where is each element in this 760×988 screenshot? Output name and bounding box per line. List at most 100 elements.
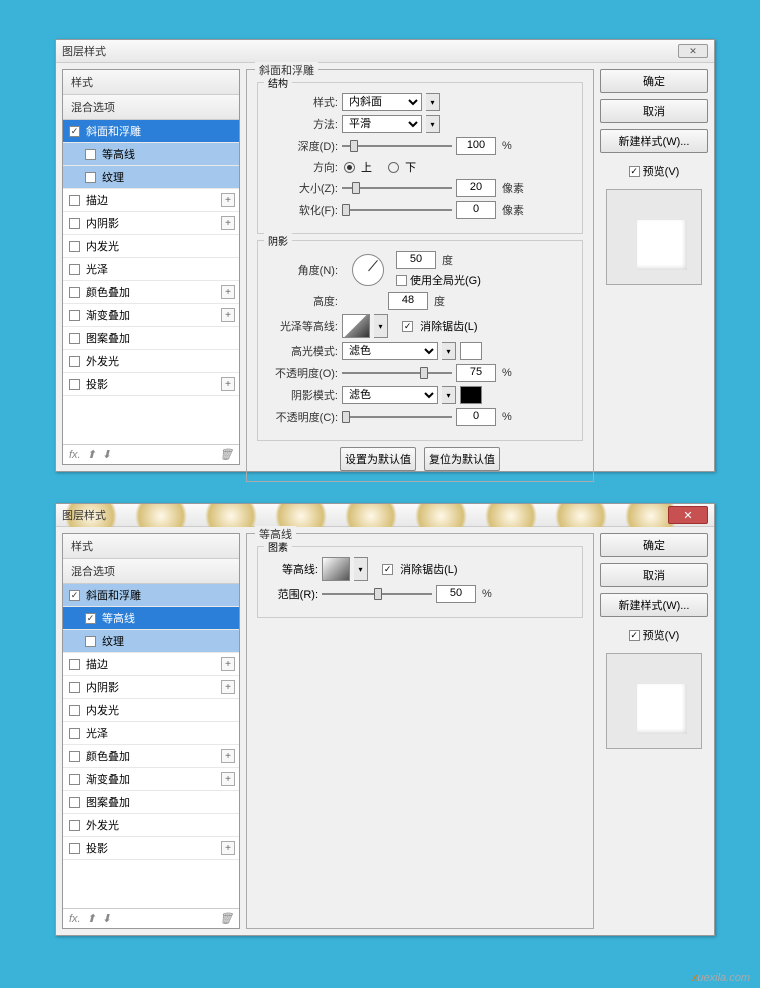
checkbox-icon[interactable] xyxy=(69,126,80,137)
checkbox-icon[interactable] xyxy=(69,218,80,229)
ok-button[interactable]: 确定 xyxy=(600,69,708,93)
plus-icon[interactable]: + xyxy=(221,216,235,230)
altitude-input[interactable]: 48 xyxy=(388,292,428,310)
new-style-button[interactable]: 新建样式(W)... xyxy=(600,129,708,153)
ok-button[interactable]: 确定 xyxy=(600,533,708,557)
sidebar-item-satin[interactable]: 光泽 xyxy=(63,258,239,281)
chevron-down-icon[interactable]: ▾ xyxy=(426,93,440,111)
plus-icon[interactable]: + xyxy=(221,749,235,763)
chevron-down-icon[interactable]: ▾ xyxy=(442,342,456,360)
cancel-button[interactable]: 取消 xyxy=(600,99,708,123)
styles-header[interactable]: 样式 xyxy=(63,534,239,559)
chevron-down-icon[interactable]: ▾ xyxy=(442,386,456,404)
checkbox-icon[interactable] xyxy=(69,195,80,206)
sidebar-item-gradient-overlay[interactable]: 渐变叠加+ xyxy=(63,304,239,327)
checkbox-icon[interactable] xyxy=(69,333,80,344)
range-slider[interactable] xyxy=(322,587,432,601)
global-light-checkbox[interactable] xyxy=(396,275,407,286)
sidebar-item-stroke[interactable]: 描边+ xyxy=(63,653,239,676)
highlight-mode-select[interactable]: 滤色 xyxy=(342,342,438,360)
checkbox-icon[interactable] xyxy=(69,774,80,785)
sidebar-item-inner-shadow[interactable]: 内阴影+ xyxy=(63,676,239,699)
angle-dial[interactable] xyxy=(352,254,384,286)
checkbox-icon[interactable] xyxy=(69,797,80,808)
chevron-down-icon[interactable]: ▾ xyxy=(354,557,368,581)
arrow-down-icon[interactable]: ⬇ xyxy=(102,448,111,461)
checkbox-icon[interactable] xyxy=(69,751,80,762)
sidebar-item-pattern-overlay[interactable]: 图案叠加 xyxy=(63,327,239,350)
plus-icon[interactable]: + xyxy=(221,377,235,391)
contour-swatch[interactable] xyxy=(322,557,350,581)
sidebar-item-texture[interactable]: 纹理 xyxy=(63,630,239,653)
plus-icon[interactable]: + xyxy=(221,308,235,322)
highlight-opacity-slider[interactable] xyxy=(342,366,452,380)
checkbox-icon[interactable] xyxy=(69,820,80,831)
checkbox-icon[interactable] xyxy=(69,705,80,716)
fx-label[interactable]: fx. xyxy=(69,449,81,461)
plus-icon[interactable]: + xyxy=(221,193,235,207)
preview-checkbox[interactable] xyxy=(629,166,640,177)
sidebar-item-color-overlay[interactable]: 颜色叠加+ xyxy=(63,745,239,768)
sidebar-item-texture[interactable]: 纹理 xyxy=(63,166,239,189)
direction-down-radio[interactable] xyxy=(388,162,399,173)
sidebar-item-drop-shadow[interactable]: 投影+ xyxy=(63,373,239,396)
direction-up-radio[interactable] xyxy=(344,162,355,173)
sidebar-item-contour[interactable]: 等高线 xyxy=(63,143,239,166)
style-select[interactable]: 内斜面 xyxy=(342,93,422,111)
sidebar-item-inner-shadow[interactable]: 内阴影+ xyxy=(63,212,239,235)
size-input[interactable]: 20 xyxy=(456,179,496,197)
checkbox-icon[interactable] xyxy=(69,379,80,390)
checkbox-icon[interactable] xyxy=(69,590,80,601)
checkbox-icon[interactable] xyxy=(69,241,80,252)
blend-options-header[interactable]: 混合选项 xyxy=(63,559,239,584)
reset-default-button[interactable]: 复位为默认值 xyxy=(424,447,500,471)
depth-slider[interactable] xyxy=(342,139,452,153)
arrow-up-icon[interactable]: ⬆ xyxy=(87,912,96,925)
arrow-down-icon[interactable]: ⬇ xyxy=(102,912,111,925)
trash-icon[interactable]: 🗑 xyxy=(219,448,233,461)
styles-header[interactable]: 样式 xyxy=(63,70,239,95)
sidebar-item-satin[interactable]: 光泽 xyxy=(63,722,239,745)
checkbox-icon[interactable] xyxy=(69,287,80,298)
plus-icon[interactable]: + xyxy=(221,657,235,671)
checkbox-icon[interactable] xyxy=(69,310,80,321)
soften-input[interactable]: 0 xyxy=(456,201,496,219)
sidebar-item-drop-shadow[interactable]: 投影+ xyxy=(63,837,239,860)
close-button[interactable]: ✕ xyxy=(668,506,708,524)
sidebar-item-bevel[interactable]: 斜面和浮雕 xyxy=(63,584,239,607)
checkbox-icon[interactable] xyxy=(69,659,80,670)
trash-icon[interactable]: 🗑 xyxy=(219,912,233,925)
arrow-up-icon[interactable]: ⬆ xyxy=(87,448,96,461)
sidebar-item-contour[interactable]: 等高线 xyxy=(63,607,239,630)
checkbox-icon[interactable] xyxy=(69,682,80,693)
depth-input[interactable]: 100 xyxy=(456,137,496,155)
cancel-button[interactable]: 取消 xyxy=(600,563,708,587)
soften-slider[interactable] xyxy=(342,203,452,217)
set-default-button[interactable]: 设置为默认值 xyxy=(340,447,416,471)
fx-label[interactable]: fx. xyxy=(69,913,81,925)
close-button[interactable]: ✕ xyxy=(678,44,708,58)
highlight-opacity-input[interactable]: 75 xyxy=(456,364,496,382)
checkbox-icon[interactable] xyxy=(85,172,96,183)
checkbox-icon[interactable] xyxy=(85,636,96,647)
plus-icon[interactable]: + xyxy=(221,772,235,786)
sidebar-item-gradient-overlay[interactable]: 渐变叠加+ xyxy=(63,768,239,791)
chevron-down-icon[interactable]: ▾ xyxy=(374,314,388,338)
antialias-checkbox[interactable] xyxy=(402,321,413,332)
shadow-color-swatch[interactable] xyxy=(460,386,482,404)
checkbox-icon[interactable] xyxy=(69,356,80,367)
plus-icon[interactable]: + xyxy=(221,680,235,694)
size-slider[interactable] xyxy=(342,181,452,195)
blend-options-header[interactable]: 混合选项 xyxy=(63,95,239,120)
angle-input[interactable]: 50 xyxy=(396,251,436,269)
checkbox-icon[interactable] xyxy=(85,613,96,624)
sidebar-item-pattern-overlay[interactable]: 图案叠加 xyxy=(63,791,239,814)
sidebar-item-bevel[interactable]: 斜面和浮雕 xyxy=(63,120,239,143)
checkbox-icon[interactable] xyxy=(69,728,80,739)
gloss-contour-swatch[interactable] xyxy=(342,314,370,338)
new-style-button[interactable]: 新建样式(W)... xyxy=(600,593,708,617)
plus-icon[interactable]: + xyxy=(221,841,235,855)
shadow-opacity-input[interactable]: 0 xyxy=(456,408,496,426)
range-input[interactable]: 50 xyxy=(436,585,476,603)
antialias-checkbox[interactable] xyxy=(382,564,393,575)
